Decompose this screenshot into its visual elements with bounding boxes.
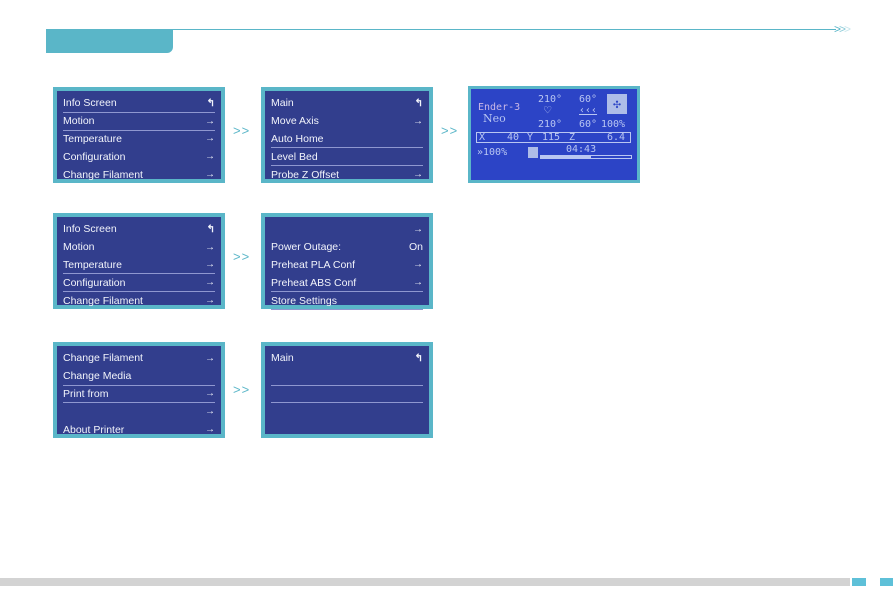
menu-item-info-screen[interactable]: Info Screen ↰ xyxy=(63,221,215,239)
menu-item-blank[interactable]: → xyxy=(63,403,215,421)
arrow-right-icon: → xyxy=(205,406,215,418)
flow-arrow: >> xyxy=(233,249,251,264)
x-position: 40 xyxy=(507,132,520,143)
menu-item-temperature[interactable]: Temperature → xyxy=(63,257,215,275)
menu-item-preheat-abs[interactable]: Preheat ABS Conf → xyxy=(271,274,423,293)
print-time: 04:43 xyxy=(566,144,597,155)
power-outage-value: On xyxy=(408,241,423,254)
flow-arrow: >> xyxy=(233,382,251,397)
arrow-right-icon: → xyxy=(205,388,215,400)
arrow-right-icon: → xyxy=(205,352,215,364)
menu-item-auto-home[interactable]: Auto Home xyxy=(271,131,423,149)
flow-arrow: >> xyxy=(233,123,251,138)
arrow-right-icon: → xyxy=(205,241,215,253)
back-icon: ↰ xyxy=(414,352,423,364)
menu-item-move-axis[interactable]: Move Axis → xyxy=(271,113,423,131)
bed-heat-icon: ‹‹‹ xyxy=(579,105,598,116)
arrow-right-icon: → xyxy=(413,259,423,271)
menu-item-blank[interactable]: → xyxy=(271,221,423,239)
menu-item-configuration[interactable]: Configuration → xyxy=(63,274,215,293)
menu-item-preheat-pla[interactable]: Preheat PLA Conf → xyxy=(271,257,423,275)
configuration-menu-screen: → Power Outage: On Preheat PLA Conf → Preh… xyxy=(261,213,433,310)
feedrate: »100% xyxy=(477,147,508,158)
arrow-right-icon: → xyxy=(413,169,423,181)
arrow-right-icon: → xyxy=(205,259,215,271)
main-menu-screen: Info Screen ↰ Motion → Temperature → Config… xyxy=(53,213,225,309)
arrow-right-icon: → xyxy=(205,151,215,163)
menu-item-change-media[interactable]: Change Media xyxy=(63,368,215,386)
menu-item-change-filament[interactable]: Change Filament → xyxy=(63,350,215,368)
sd-card-icon xyxy=(528,147,538,158)
menu-item-change-filament[interactable]: Change Filament → xyxy=(63,292,215,310)
arrow-right-icon: → xyxy=(205,169,215,181)
menu-item-power-outage[interactable]: Power Outage: On xyxy=(271,239,423,257)
menu-item-probe-z-offset[interactable]: Probe Z Offset → xyxy=(271,166,423,184)
arrow-right-icon: → xyxy=(413,277,423,289)
footer-bar xyxy=(0,578,850,586)
back-icon: ↰ xyxy=(206,97,215,109)
back-icon: ↰ xyxy=(206,223,215,235)
menu-item-blank[interactable] xyxy=(271,368,423,386)
menu-item-blank[interactable] xyxy=(271,421,423,439)
main-menu-screen: Change Filament → Change Media Print from… xyxy=(53,342,225,438)
menu-item-configuration[interactable]: Configuration → xyxy=(63,148,215,166)
menu-item-main[interactable]: Main ↰ xyxy=(271,350,423,368)
menu-item-blank[interactable] xyxy=(271,403,423,421)
fan-speed: 100% xyxy=(601,119,626,130)
position-box: X 40 Y 115 Z 6.4 xyxy=(476,132,631,143)
menu-item-motion[interactable]: Motion → xyxy=(63,113,215,131)
y-position: 115 xyxy=(542,132,561,143)
menu-item-change-filament[interactable]: Change Filament → xyxy=(63,166,215,184)
arrow-right-icon: → xyxy=(205,277,215,289)
menu-item-info-screen[interactable]: Info Screen ↰ xyxy=(63,95,215,113)
motion-menu-screen: Main ↰ Move Axis → Auto Home Level Bed Pro… xyxy=(261,87,433,183)
info-screen-lcd: Ender-3 Neo 210° ♡ 210° 60° ‹‹‹ 60° ✣ 10… xyxy=(468,86,640,183)
menu-item-about-printer[interactable]: About Printer → xyxy=(63,421,215,439)
arrow-right-icon: → xyxy=(205,115,215,127)
menu-item-store-settings[interactable]: Store Settings xyxy=(271,292,423,310)
hotend-current: 210° xyxy=(538,119,563,130)
menu-item-temperature[interactable]: Temperature → xyxy=(63,131,215,149)
model-variant: Neo xyxy=(483,112,506,125)
back-icon: ↰ xyxy=(414,97,423,109)
arrow-right-icon: → xyxy=(413,115,423,127)
menu-item-blank[interactable] xyxy=(271,386,423,404)
hotend-icon: ♡ xyxy=(544,103,552,117)
chevron-right-icon: >>> xyxy=(834,22,851,36)
section-tab xyxy=(46,29,173,53)
arrow-right-icon: → xyxy=(205,295,215,307)
menu-item-motion[interactable]: Motion → xyxy=(63,239,215,257)
footer-marker xyxy=(852,578,866,586)
bed-current: 60° xyxy=(579,119,598,130)
flow-arrow: >> xyxy=(441,123,459,138)
menu-item-print-from[interactable]: Print from → xyxy=(63,386,215,404)
menu-item-main[interactable]: Main ↰ xyxy=(271,95,423,113)
print-progress-fill xyxy=(541,156,591,158)
menu-item-level-bed[interactable]: Level Bed xyxy=(271,148,423,167)
fan-icon: ✣ xyxy=(607,94,627,114)
z-position: 6.4 xyxy=(607,132,626,143)
arrow-right-icon: → xyxy=(205,424,215,436)
footer-marker xyxy=(880,578,893,586)
sub-menu-screen: Main ↰ xyxy=(261,342,433,438)
arrow-right-icon: → xyxy=(413,223,423,235)
print-progress-bar xyxy=(540,155,632,159)
bed-target: 60° xyxy=(579,94,598,105)
arrow-right-icon: → xyxy=(205,133,215,145)
main-menu-screen: Info Screen ↰ Motion → Temperature → Config… xyxy=(53,87,225,183)
